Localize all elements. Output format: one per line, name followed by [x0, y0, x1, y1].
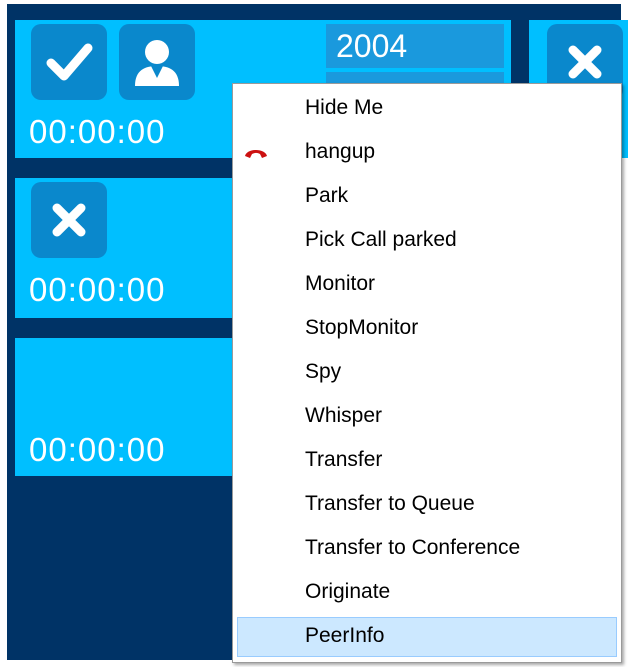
check-button[interactable]: [31, 24, 107, 100]
menu-item-park[interactable]: Park: [233, 176, 621, 216]
call-timer: 00:00:00: [29, 113, 166, 150]
menu-item-originate[interactable]: Originate: [233, 572, 621, 612]
selection-highlight: [237, 617, 617, 657]
menu-item-transfer[interactable]: Transfer: [233, 440, 621, 480]
user-button[interactable]: [119, 24, 195, 100]
menu-item-hide-me[interactable]: Hide Me: [233, 88, 621, 128]
extension-label: 2004: [326, 24, 504, 68]
menu-item-stop-monitor[interactable]: StopMonitor: [233, 308, 621, 348]
menu-item-spy[interactable]: Spy: [233, 352, 621, 392]
menu-item-pick-call-parked[interactable]: Pick Call parked: [233, 220, 621, 260]
close-icon: [568, 45, 602, 79]
context-menu: Hide Me hangup Park Pick Call parked Mon…: [232, 83, 622, 663]
user-icon: [135, 40, 179, 86]
hangup-icon: [245, 150, 267, 158]
close-icon: [52, 203, 86, 237]
check-icon: [46, 43, 93, 81]
menu-item-transfer-to-conference[interactable]: Transfer to Conference: [233, 528, 621, 568]
call-timer: 00:00:00: [29, 271, 166, 308]
menu-item-peer-info[interactable]: PeerInfo: [233, 616, 621, 657]
menu-item-monitor[interactable]: Monitor: [233, 264, 621, 304]
menu-item-transfer-to-queue[interactable]: Transfer to Queue: [233, 484, 621, 524]
call-timer: 00:00:00: [29, 431, 166, 468]
close-button[interactable]: [31, 182, 107, 258]
menu-item-hangup[interactable]: hangup: [233, 132, 621, 172]
menu-item-whisper[interactable]: Whisper: [233, 396, 621, 436]
